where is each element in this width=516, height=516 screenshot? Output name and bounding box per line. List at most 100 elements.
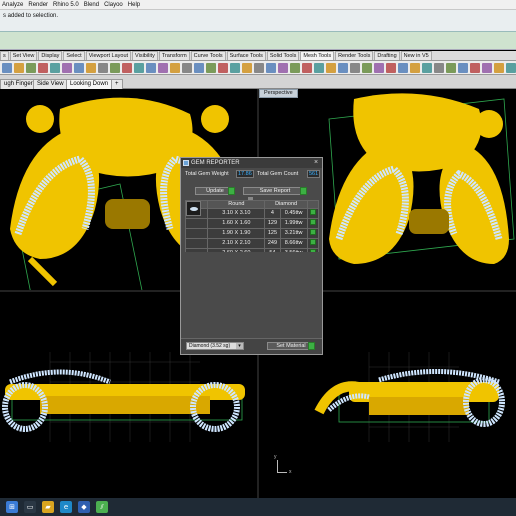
windows-start-icon[interactable]: ⊞ [6,501,18,513]
tool-icon[interactable] [410,63,420,73]
set-material-button-label: Set Material [276,343,306,349]
tool-icon[interactable] [242,63,252,73]
viewport-tab-rough-finger[interactable]: ugh Finger [0,79,37,89]
tool-icon[interactable] [62,63,72,73]
gem-weight: 1.99ttw [279,218,308,229]
menu-clayoo[interactable]: Clayoo [104,2,123,8]
gem-reporter-titlebar[interactable]: GEM REPORTER × [181,158,322,168]
tool-icon[interactable] [170,63,180,73]
toolbar-tab-transform[interactable]: Transform [158,51,190,60]
tool-icon[interactable] [278,63,288,73]
edge-browser-icon[interactable]: e [60,501,72,513]
matrix-app-icon[interactable]: ⫽ [96,501,108,513]
tool-icon[interactable] [50,63,60,73]
viewport-tab-looking-down[interactable]: Looking Down [66,79,113,89]
tool-icon[interactable] [422,63,432,73]
tool-icon[interactable] [14,63,24,73]
task-view-icon[interactable]: ▭ [24,501,36,513]
tool-icon[interactable] [146,63,156,73]
gem-table-row[interactable]: 1.60 X 1.60 129 1.99ttw [184,218,320,229]
command-prompt[interactable] [0,31,516,49]
file-explorer-icon[interactable]: ▰ [42,501,54,513]
toolbar-tab-solid-tools[interactable]: Solid Tools [266,51,300,60]
tool-icon[interactable] [230,63,240,73]
update-button[interactable]: Update [195,187,235,195]
tool-icon[interactable] [326,63,336,73]
toolbar-tab-surface-tools[interactable]: Surface Tools [226,51,266,60]
tool-icon[interactable] [74,63,84,73]
tool-icon[interactable] [266,63,276,73]
toolbar-tab-render-tools[interactable]: Render Tools [335,51,374,60]
tool-icon[interactable] [362,63,372,73]
tool-icon[interactable] [38,63,48,73]
play-icon[interactable] [309,239,316,245]
tool-icon[interactable] [206,63,216,73]
play-icon [228,187,235,195]
tool-icon[interactable] [158,63,168,73]
close-icon[interactable]: × [312,158,320,168]
viewport-tab-side-view[interactable]: Side View [33,79,68,89]
save-report-button-label: Save Report [259,188,291,194]
tool-icon[interactable] [86,63,96,73]
toolbar-tab-new-in-v5[interactable]: New in V5 [400,51,432,60]
tool-icon[interactable] [482,63,492,73]
toolbar-tab-set-view[interactable]: Set View [9,51,38,60]
menu-help[interactable]: Help [128,2,140,8]
tool-icon[interactable] [122,63,132,73]
menu-render[interactable]: Render [28,2,48,8]
tool-icon[interactable] [182,63,192,73]
toolbar-tab-select[interactable]: Select [63,51,85,60]
tool-icon[interactable] [302,63,312,73]
tool-icon[interactable] [26,63,36,73]
save-report-button[interactable]: Save Report [243,187,307,195]
tool-icon[interactable] [458,63,468,73]
menu-blend[interactable]: Blend [84,2,99,8]
tool-icon[interactable] [194,63,204,73]
tool-icon[interactable] [494,63,504,73]
play-icon [300,187,307,195]
tool-icon[interactable] [338,63,348,73]
toolbar-tab[interactable]: s [0,51,9,60]
tool-icon[interactable] [470,63,480,73]
tool-icon[interactable] [350,63,360,73]
menu-bar: Analyze Render Rhino 5.0 Blend Clayoo He… [0,0,516,10]
tool-icon[interactable] [254,63,264,73]
add-viewport-tab-button[interactable]: + [111,79,123,89]
toolbar-tab-viewport-layout[interactable]: Viewport Layout [85,51,132,60]
tool-icon[interactable] [434,63,444,73]
gem-weight: 3.21ttw [279,228,308,239]
gem-table-row[interactable]: 1.90 X 1.90 125 3.21ttw [184,228,320,239]
menu-rhino5[interactable]: Rhino 5.0 [53,2,79,8]
tool-icon[interactable] [2,63,12,73]
tool-icon[interactable] [446,63,456,73]
toolbar-tab-mesh-tools[interactable]: Mesh Tools [300,51,335,60]
tool-icon[interactable] [386,63,396,73]
tool-icon[interactable] [98,63,108,73]
gem-table-row[interactable]: 3.10 X 3.10 4 0.45ttw [184,208,320,219]
toolbar-tab-drafting[interactable]: Drafting [374,51,400,60]
tool-icon[interactable] [218,63,228,73]
set-material-button[interactable]: Set Material [267,342,315,350]
play-icon[interactable] [309,229,316,235]
tool-icon[interactable] [314,63,324,73]
tool-icon[interactable] [374,63,384,73]
menu-analyze[interactable]: Analyze [2,2,23,8]
column-diamond: Diamond [264,200,308,209]
toolbar-tab-curve-tools[interactable]: Curve Tools [190,51,226,60]
play-icon[interactable] [309,209,316,215]
play-icon[interactable] [309,219,316,225]
tool-icon[interactable] [290,63,300,73]
gem-table-row[interactable]: 2.10 X 2.10 249 8.66ttw [184,238,320,249]
toolbar-tab-display[interactable]: Display [38,51,63,60]
tool-icon[interactable] [506,63,516,73]
gem-reporter-empty-area [185,252,319,336]
tool-icon[interactable] [110,63,120,73]
rhino-app-icon[interactable]: ◆ [78,501,90,513]
gem-count: 4 [264,208,281,219]
tool-icon[interactable] [134,63,144,73]
viewport-title-perspective[interactable]: Perspective [259,89,298,98]
toolbar-tab-visibility[interactable]: Visibility [132,51,158,60]
tool-icon[interactable] [398,63,408,73]
material-select[interactable]: Diamond (3.52 sg) ▾ [186,342,244,350]
gem-size: 1.90 X 1.90 [207,228,266,239]
